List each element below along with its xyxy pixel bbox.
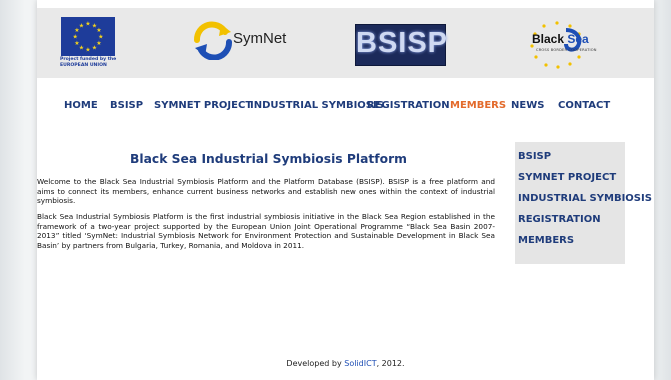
eu-caption-line1: Project funded by the xyxy=(60,57,117,62)
main-nav: HOME BSISP SYMNET PROJECT INDUSTRIAL SYM… xyxy=(37,100,654,114)
nav-registration[interactable]: REGISTRATION xyxy=(367,100,450,111)
footer: Developed by SolidICT, 2012. xyxy=(37,359,654,368)
blacksea-logo-subtitle: CROSS BORDER COOPERATION xyxy=(536,48,597,52)
blacksea-logo-text-sea: Sea xyxy=(567,32,589,46)
header-banner: ★ ★ ★ ★ ★ ★ ★ ★ ★ ★ ★ ★ Project funded b… xyxy=(37,8,654,78)
nav-symnet-project[interactable]: SYMNET PROJECT xyxy=(154,100,252,111)
blacksea-logo: Black Sea CROSS BORDER COOPERATION xyxy=(522,20,596,70)
about-paragraph: Black Sea Industrial Symbiosis Platform … xyxy=(37,212,495,250)
symnet-logo[interactable]: SymNet xyxy=(191,20,311,61)
svg-text:★: ★ xyxy=(74,40,79,47)
sidebar-item-members[interactable]: MEMBERS xyxy=(518,235,574,246)
blacksea-logo-text-black: Black xyxy=(532,32,568,46)
sidebar-item-bsisp[interactable]: BSISP xyxy=(518,151,551,162)
footer-suffix: , 2012. xyxy=(376,359,405,368)
eu-caption-line2: EUROPEAN UNION xyxy=(60,63,107,68)
nav-contact[interactable]: CONTACT xyxy=(558,100,610,111)
svg-text:★: ★ xyxy=(85,21,90,28)
symnet-swirl-icon xyxy=(194,21,232,61)
nav-news[interactable]: NEWS xyxy=(511,100,544,111)
svg-text:★: ★ xyxy=(85,47,90,54)
eu-flag-icon: ★ ★ ★ ★ ★ ★ ★ ★ ★ ★ ★ ★ xyxy=(61,17,115,56)
page-container: ★ ★ ★ ★ ★ ★ ★ ★ ★ ★ ★ ★ Project funded b… xyxy=(37,0,654,380)
nav-industrial-symbiosis[interactable]: INDUSTRIAL SYMBIOSIS xyxy=(250,100,384,111)
bsisp-logo[interactable]: BSISP xyxy=(355,24,449,66)
eu-logo: ★ ★ ★ ★ ★ ★ ★ ★ ★ ★ ★ ★ Project funded b… xyxy=(60,17,118,70)
svg-text:★: ★ xyxy=(73,34,78,41)
bsisp-logo-text: BSISP xyxy=(356,27,449,59)
sidebar-item-symnet-project[interactable]: SYMNET PROJECT xyxy=(518,172,616,183)
svg-text:★: ★ xyxy=(92,45,97,52)
footer-prefix: Developed by xyxy=(286,359,345,368)
nav-bsisp[interactable]: BSISP xyxy=(110,100,143,111)
intro-paragraph: Welcome to the Black Sea Industrial Symb… xyxy=(37,177,495,205)
sidebar-menu: BSISP SYMNET PROJECT INDUSTRIAL SYMBIOSI… xyxy=(515,142,652,264)
sidebar-item-industrial-symbiosis[interactable]: INDUSTRIAL SYMBIOSIS xyxy=(518,193,652,204)
nav-home[interactable]: HOME xyxy=(64,100,98,111)
svg-text:★: ★ xyxy=(79,22,84,29)
page-title: Black Sea Industrial Symbiosis Platform xyxy=(130,152,407,166)
nav-members[interactable]: MEMBERS xyxy=(450,100,506,111)
footer-solidict-link[interactable]: SolidICT xyxy=(344,359,376,368)
symnet-logo-text: SymNet xyxy=(233,30,287,47)
sidebar-item-registration[interactable]: REGISTRATION xyxy=(518,214,601,225)
blacksea-logo-text: Black Sea xyxy=(532,32,589,46)
